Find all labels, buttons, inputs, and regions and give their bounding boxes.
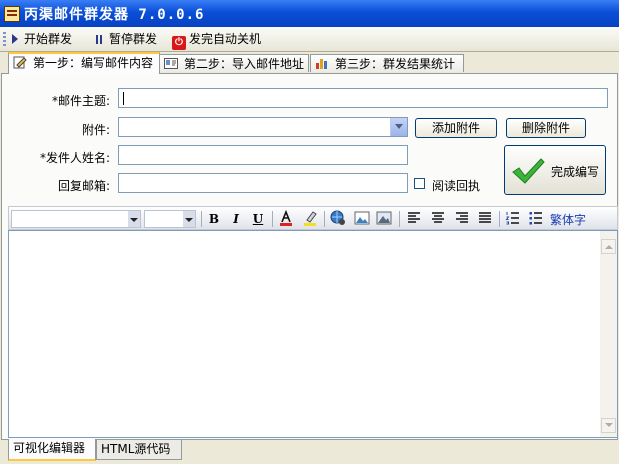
justify-icon — [479, 212, 491, 223]
app-icon — [4, 6, 20, 22]
tab-html-source[interactable]: HTML源代码 — [96, 440, 182, 460]
editor-toolbar: B I U 繁体字 — [8, 206, 618, 230]
align-left-icon — [408, 212, 420, 223]
toolbar-separator — [201, 211, 202, 227]
bold-button[interactable]: B — [205, 210, 223, 228]
address-card-icon — [164, 58, 178, 69]
tab-visual-editor[interactable]: 可视化编辑器 — [8, 439, 96, 461]
attachment-select[interactable] — [118, 117, 408, 137]
insert-image-button[interactable] — [353, 210, 371, 228]
read-receipt-checkbox[interactable] — [414, 178, 425, 189]
power-icon: ⏻ — [172, 36, 186, 50]
scroll-up-icon[interactable] — [601, 239, 616, 254]
rich-text-editor[interactable] — [8, 230, 618, 438]
delete-attachment-button[interactable]: 删除附件 — [506, 118, 586, 138]
align-left-button[interactable] — [405, 210, 423, 228]
toolbar-separator — [272, 211, 273, 227]
align-right-button[interactable] — [453, 210, 471, 228]
toolbar-grip[interactable] — [3, 32, 6, 46]
globe-link-icon — [330, 210, 345, 225]
auto-shutdown-button[interactable]: ⏻ 发完自动关机 — [172, 31, 261, 50]
pause-send-button[interactable]: 暂停群发 — [96, 31, 157, 47]
subject-input[interactable] — [118, 88, 608, 108]
bullet-list-button[interactable] — [527, 210, 545, 228]
picture-icon — [376, 211, 392, 225]
font-color-icon — [280, 209, 292, 226]
bullet-list-icon — [529, 212, 542, 225]
bar-chart-icon — [316, 59, 327, 69]
scroll-down-icon[interactable] — [601, 418, 616, 433]
text-caret — [123, 92, 124, 105]
numbered-list-icon — [505, 212, 519, 225]
highlighter-icon — [304, 211, 317, 226]
window-title: 丙渠邮件群发器 7.0.0.6 — [24, 7, 205, 23]
chevron-down-icon[interactable] — [183, 211, 195, 227]
insert-link-button[interactable] — [329, 210, 347, 228]
add-attachment-button[interactable]: 添加附件 — [415, 118, 497, 138]
font-size-select[interactable] — [144, 210, 196, 228]
main-toolbar: 开始群发 暂停群发 ⏻ 发完自动关机 — [0, 27, 619, 52]
italic-button[interactable]: I — [227, 210, 245, 228]
reply-email-input[interactable] — [118, 173, 408, 193]
font-color-button[interactable] — [277, 209, 295, 228]
align-right-icon — [456, 212, 468, 223]
tab-step3-stats[interactable]: 第三步：群发结果统计 — [310, 54, 464, 72]
play-icon — [12, 34, 18, 44]
highlight-button[interactable] — [301, 210, 319, 228]
editor-scrollbar[interactable] — [600, 231, 617, 437]
align-center-icon — [432, 212, 444, 223]
underline-button[interactable]: U — [249, 210, 267, 228]
justify-button[interactable] — [476, 210, 494, 228]
edit-note-icon — [13, 56, 27, 69]
numbered-list-button[interactable] — [504, 210, 522, 228]
font-family-select[interactable] — [11, 210, 141, 228]
tab-step1-compose[interactable]: 第一步：编写邮件内容 — [8, 52, 160, 74]
toolbar-separator — [324, 211, 325, 227]
insert-picture-button[interactable] — [375, 210, 393, 228]
reply-label: 回复邮箱: — [57, 179, 110, 193]
start-send-button[interactable]: 开始群发 — [12, 31, 72, 47]
chevron-down-icon[interactable] — [128, 211, 140, 227]
toolbar-separator — [499, 211, 500, 227]
checkmark-icon — [512, 158, 545, 184]
read-receipt-label: 阅读回执 — [432, 179, 481, 193]
image-icon — [354, 211, 370, 225]
title-bar: 丙渠邮件群发器 7.0.0.6 — [0, 0, 619, 27]
chevron-down-icon[interactable] — [390, 118, 407, 136]
finish-compose-button[interactable]: 完成编写 — [504, 145, 606, 195]
sender-label: *发件人姓名: — [39, 151, 110, 165]
toolbar-separator — [399, 211, 400, 227]
attachment-label: 附件: — [81, 123, 110, 137]
tab-step2-import[interactable]: 第二步：导入邮件地址 — [159, 54, 309, 72]
pause-icon — [96, 35, 102, 44]
step-tabs: 第一步：编写邮件内容 第二步：导入邮件地址 第三步：群发结果统计 — [0, 52, 619, 74]
subject-label: *邮件主题: — [51, 94, 110, 108]
align-center-button[interactable] — [429, 210, 447, 228]
sender-name-input[interactable] — [118, 145, 408, 165]
traditional-chinese-button[interactable]: 繁体字 — [550, 211, 586, 228]
